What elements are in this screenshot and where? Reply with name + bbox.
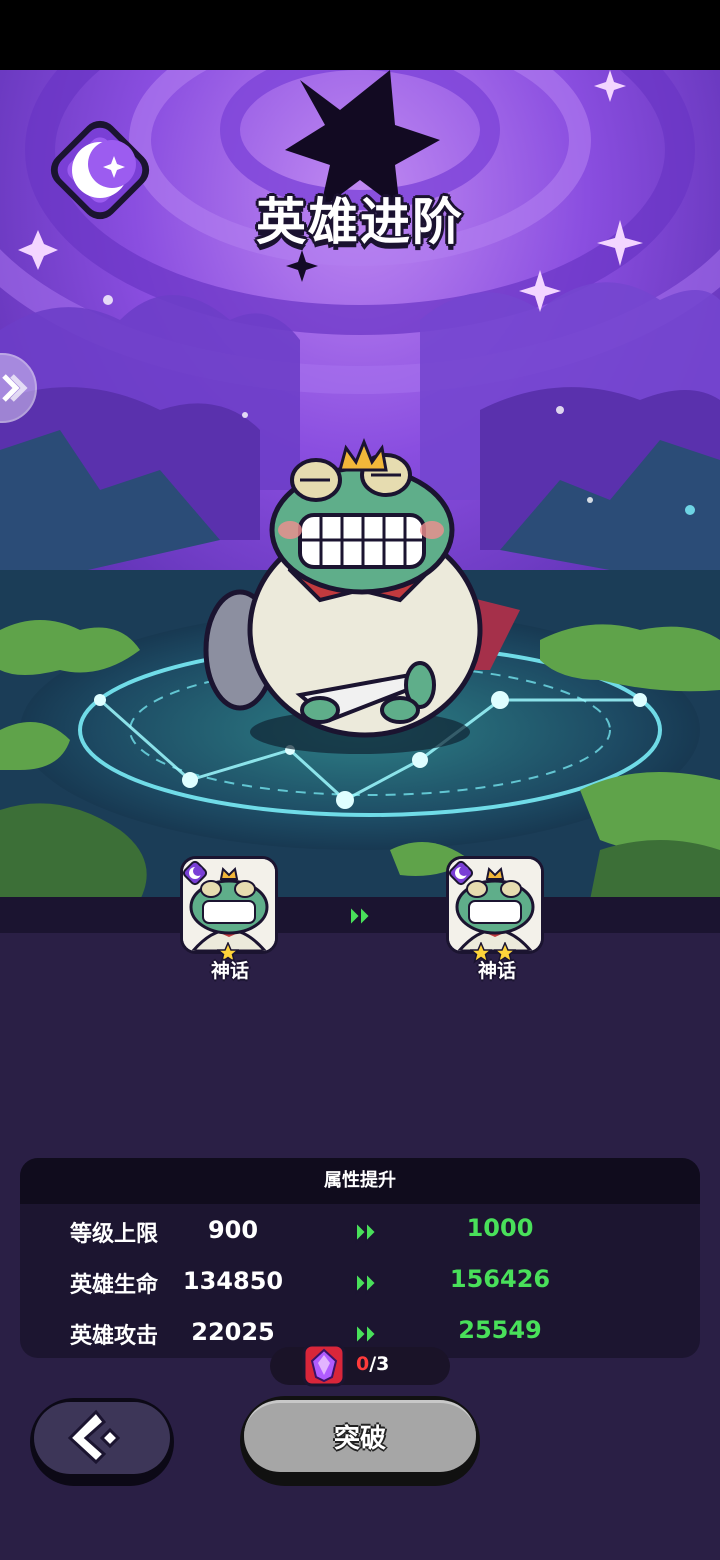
breakthrough-cost: 0/3 [270, 1343, 450, 1387]
upgrade-arrow-icon [355, 1322, 378, 1346]
stat-current-value: 900 [207, 1216, 259, 1244]
purple-gem-icon [302, 1343, 346, 1387]
stat-current-value: 22025 [191, 1318, 275, 1346]
stat-label: 等级上限 [70, 1222, 159, 1247]
stats-heading: 属性提升 [20, 1158, 700, 1204]
breakthrough-button-label: 突破 [333, 1424, 386, 1454]
stat-row-hp: 英雄生命 134850 156426 [20, 1263, 700, 1303]
back-button[interactable] [30, 1398, 174, 1486]
stat-current-value: 134850 [182, 1267, 284, 1295]
stat-next-value: 25549 [458, 1316, 542, 1344]
upgrade-arrow-icon [355, 1220, 378, 1244]
hero-rarity-label-after: 神话 [477, 960, 516, 982]
back-arrow-icon [67, 1409, 121, 1465]
upgrade-arrow-icon [355, 1271, 378, 1295]
moon-rarity-icon [448, 860, 474, 886]
stat-next-value: 156426 [449, 1265, 551, 1293]
status-bar [0, 0, 720, 70]
breakthrough-button[interactable]: 突破 [240, 1396, 480, 1486]
moon-rarity-icon [182, 860, 208, 886]
upgrade-arrow-icon [349, 904, 372, 928]
side-switch-button[interactable] [0, 352, 38, 424]
hero-rarity-label-before: 神话 [210, 960, 249, 982]
stat-label: 英雄攻击 [70, 1324, 159, 1349]
stat-next-value: 1000 [466, 1214, 534, 1242]
moon-faction-icon [50, 120, 150, 220]
stat-row-level-cap: 等级上限 900 1000 [20, 1212, 700, 1252]
stats-panel: 属性提升 等级上限 900 1000 英雄生命 134850 156426 英雄… [20, 1158, 700, 1358]
cost-owned: 0 [356, 1353, 370, 1375]
cost-required: /3 [369, 1353, 390, 1375]
stat-label: 英雄生命 [70, 1273, 159, 1298]
